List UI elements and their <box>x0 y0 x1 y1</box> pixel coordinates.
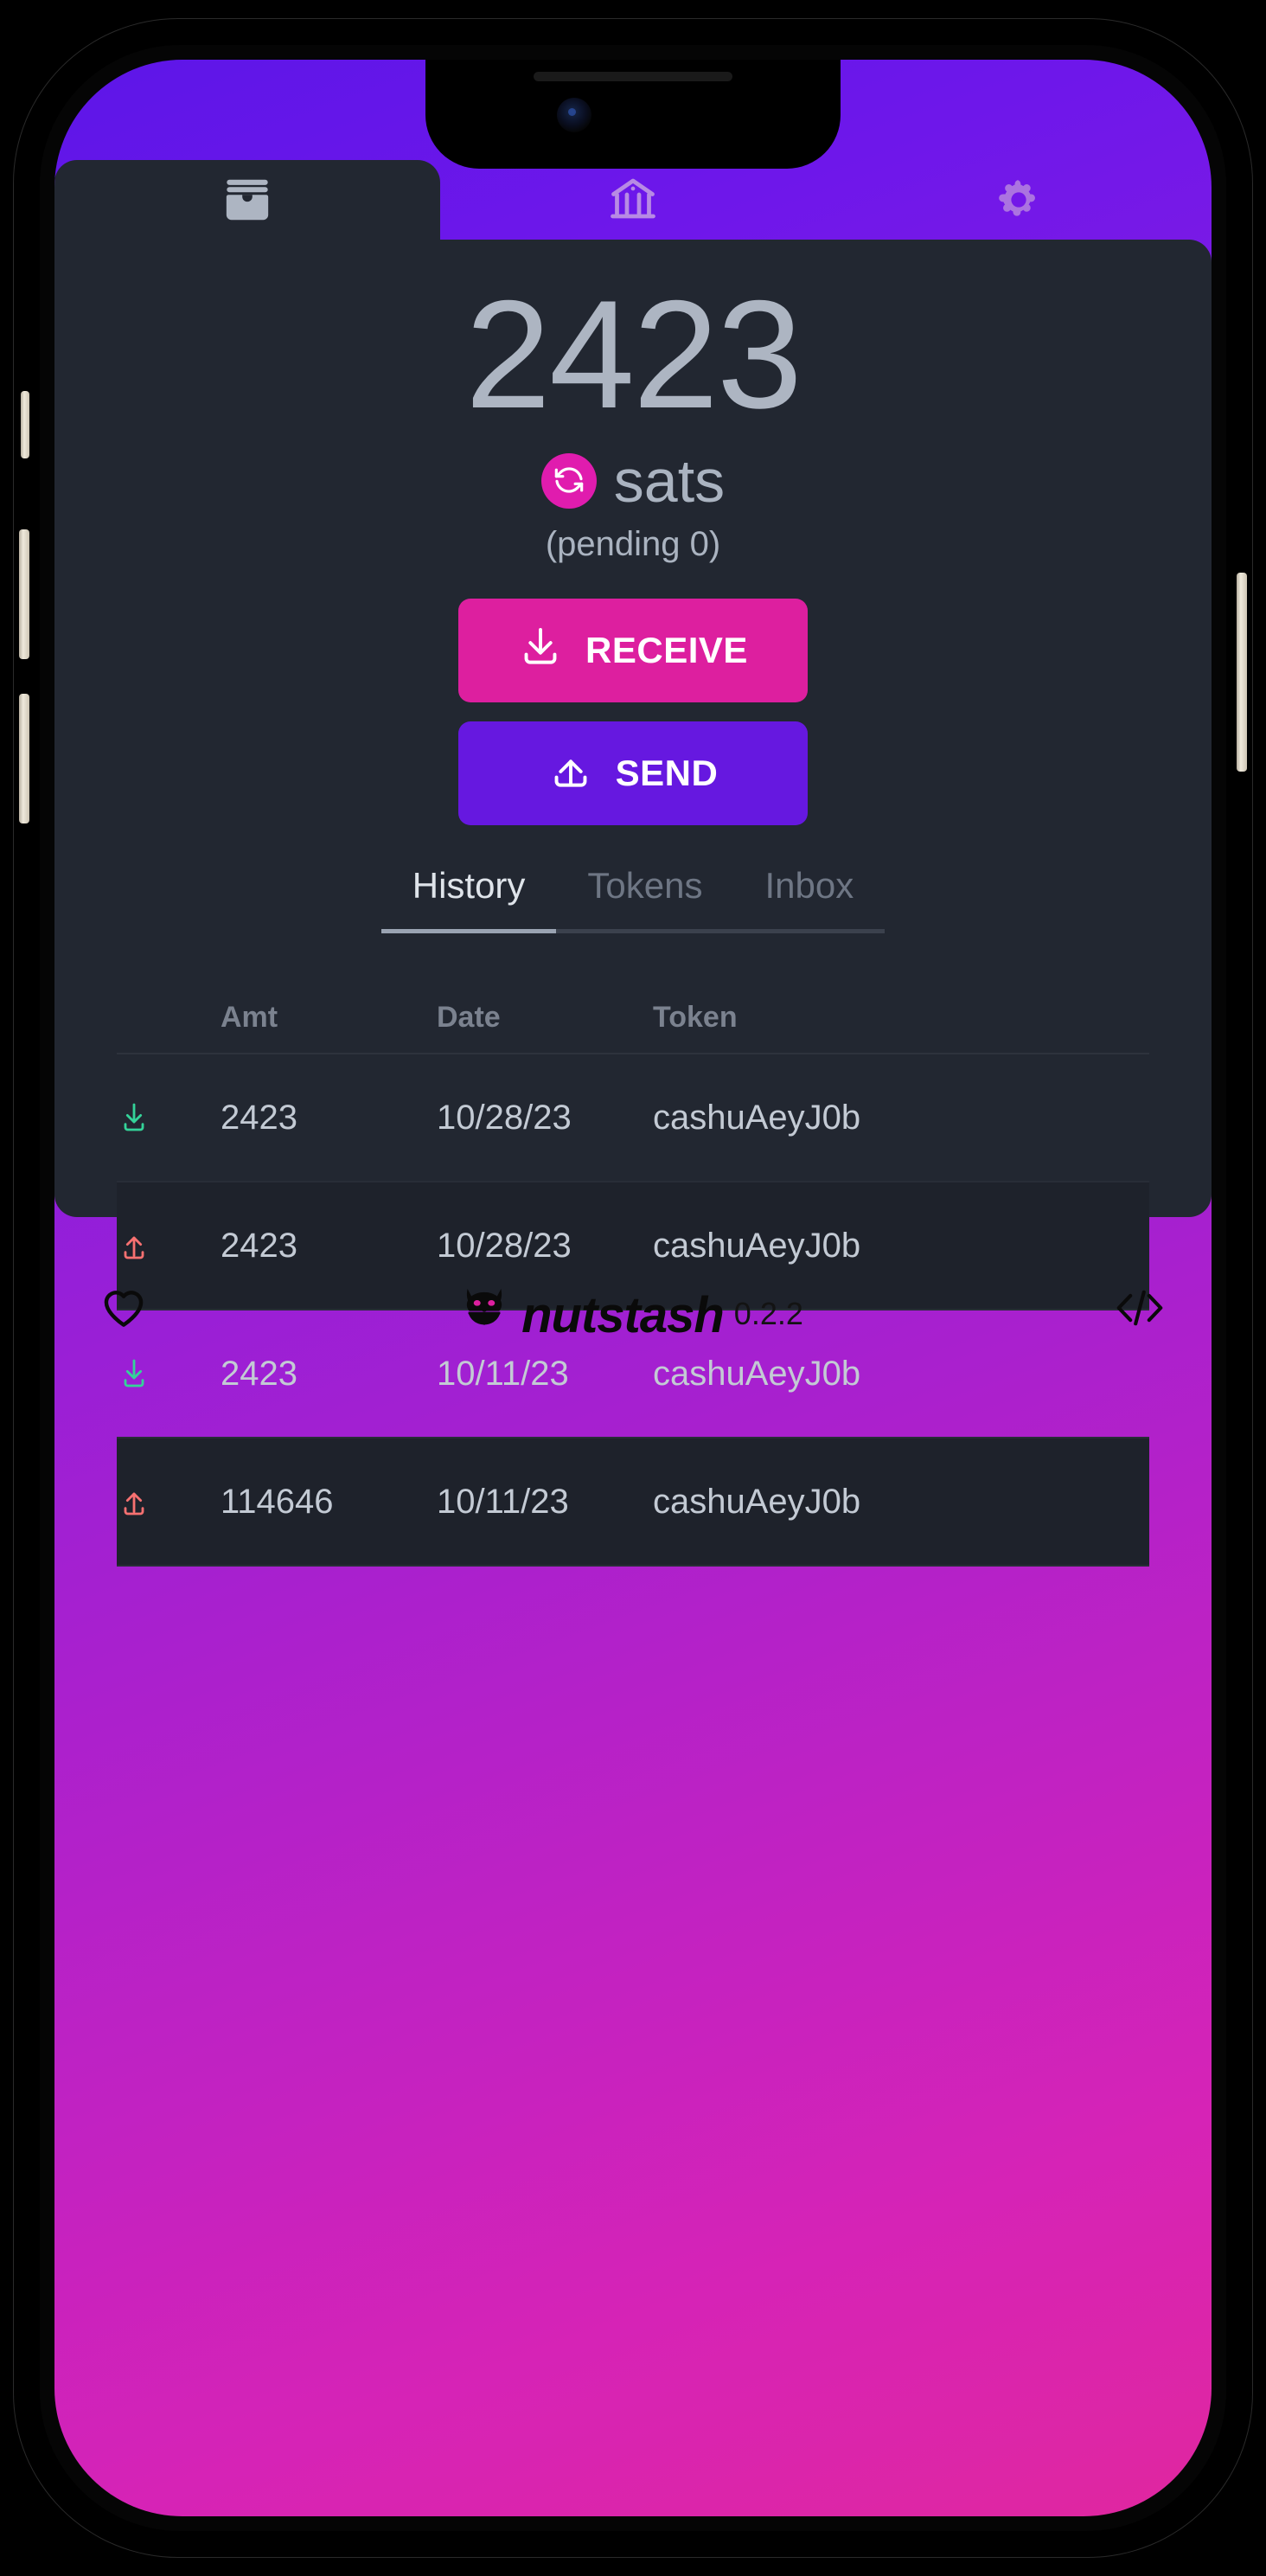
phone-bezel: 2423 sats (pending 0) RECEIVE SEND Histo… <box>40 45 1226 2531</box>
main-tabbar <box>54 160 1212 240</box>
refresh-icon <box>552 463 586 500</box>
cell-token: cashuAeyJ0b <box>653 1482 861 1521</box>
col-token: Token <box>653 1000 738 1034</box>
balance-unit: sats <box>613 447 726 515</box>
front-camera <box>557 98 591 132</box>
screenshot-root: 2423 sats (pending 0) RECEIVE SEND Histo… <box>0 0 1266 2576</box>
history-subtabs: History Tokens Inbox <box>54 865 1212 933</box>
bank-icon <box>607 174 659 226</box>
tab-settings[interactable] <box>826 160 1212 240</box>
direction-out-icon <box>117 1484 221 1519</box>
subtab-tokens[interactable]: Tokens <box>556 865 734 933</box>
wallet-card: 2423 sats (pending 0) RECEIVE SEND Histo… <box>54 240 1212 1567</box>
upload-icon <box>548 747 593 800</box>
cell-amount: 2423 <box>221 1098 297 1137</box>
tab-mints[interactable] <box>440 160 826 240</box>
col-date: Date <box>437 1000 501 1034</box>
mute-switch[interactable] <box>21 391 29 458</box>
col-amount: Amt <box>221 1000 278 1034</box>
phone-frame: 2423 sats (pending 0) RECEIVE SEND Histo… <box>14 19 1252 2557</box>
receive-button[interactable]: RECEIVE <box>458 599 808 702</box>
table-row[interactable]: 2423 10/28/23 cashuAeyJ0b <box>117 1054 1149 1182</box>
wallet-icon <box>222 175 272 225</box>
app-root: 2423 sats (pending 0) RECEIVE SEND Histo… <box>54 60 1212 2516</box>
brand-name: nutstash <box>521 1287 725 1344</box>
gear-icon <box>994 176 1043 224</box>
table-row[interactable]: 114646 10/11/23 cashuAeyJ0b <box>117 1439 1149 1567</box>
cell-date: 10/28/23 <box>437 1098 572 1137</box>
table-header: Amt Date Token <box>117 982 1149 1054</box>
send-button[interactable]: SEND <box>458 721 808 825</box>
cell-token: cashuAeyJ0b <box>653 1354 861 1393</box>
cell-token: cashuAeyJ0b <box>653 1098 861 1137</box>
sync-button[interactable] <box>540 453 597 509</box>
volume-up-button[interactable] <box>19 529 29 659</box>
cell-amount: 114646 <box>221 1482 334 1521</box>
send-label: SEND <box>615 753 719 793</box>
heart-icon[interactable] <box>99 1284 148 1336</box>
balance-amount: 2423 <box>465 268 802 440</box>
notch <box>425 60 841 169</box>
cell-amount: 2423 <box>221 1226 297 1265</box>
receive-label: RECEIVE <box>585 630 748 670</box>
subtab-history[interactable]: History <box>380 865 557 933</box>
power-button[interactable] <box>1237 573 1247 772</box>
direction-in-icon <box>117 1100 221 1135</box>
earpiece-speaker <box>534 72 732 81</box>
unit-row: sats <box>54 451 1212 511</box>
subtab-inbox[interactable]: Inbox <box>733 865 886 933</box>
app-version: 0.2.2 <box>733 1295 803 1331</box>
action-buttons: RECEIVE SEND <box>54 599 1212 825</box>
pending-amount: (pending 0) <box>545 525 721 563</box>
cell-token: cashuAeyJ0b <box>653 1226 861 1265</box>
cell-date: 10/11/23 <box>437 1482 569 1521</box>
brand-lockup: nutstash 0.2.2 <box>457 1281 803 1344</box>
direction-out-icon <box>117 1228 221 1263</box>
tab-wallet[interactable] <box>54 160 440 240</box>
download-icon <box>518 624 563 677</box>
squirrel-logo-icon <box>457 1281 511 1339</box>
code-icon[interactable] <box>1113 1285 1167 1335</box>
direction-in-icon <box>117 1356 221 1391</box>
cell-amount: 2423 <box>221 1354 297 1393</box>
volume-down-button[interactable] <box>19 694 29 823</box>
cell-date: 10/28/23 <box>437 1226 572 1265</box>
app-footer: nutstash 0.2.2 <box>54 1262 1212 1357</box>
cell-date: 10/11/23 <box>437 1354 569 1393</box>
phone-screen: 2423 sats (pending 0) RECEIVE SEND Histo… <box>54 60 1212 2516</box>
